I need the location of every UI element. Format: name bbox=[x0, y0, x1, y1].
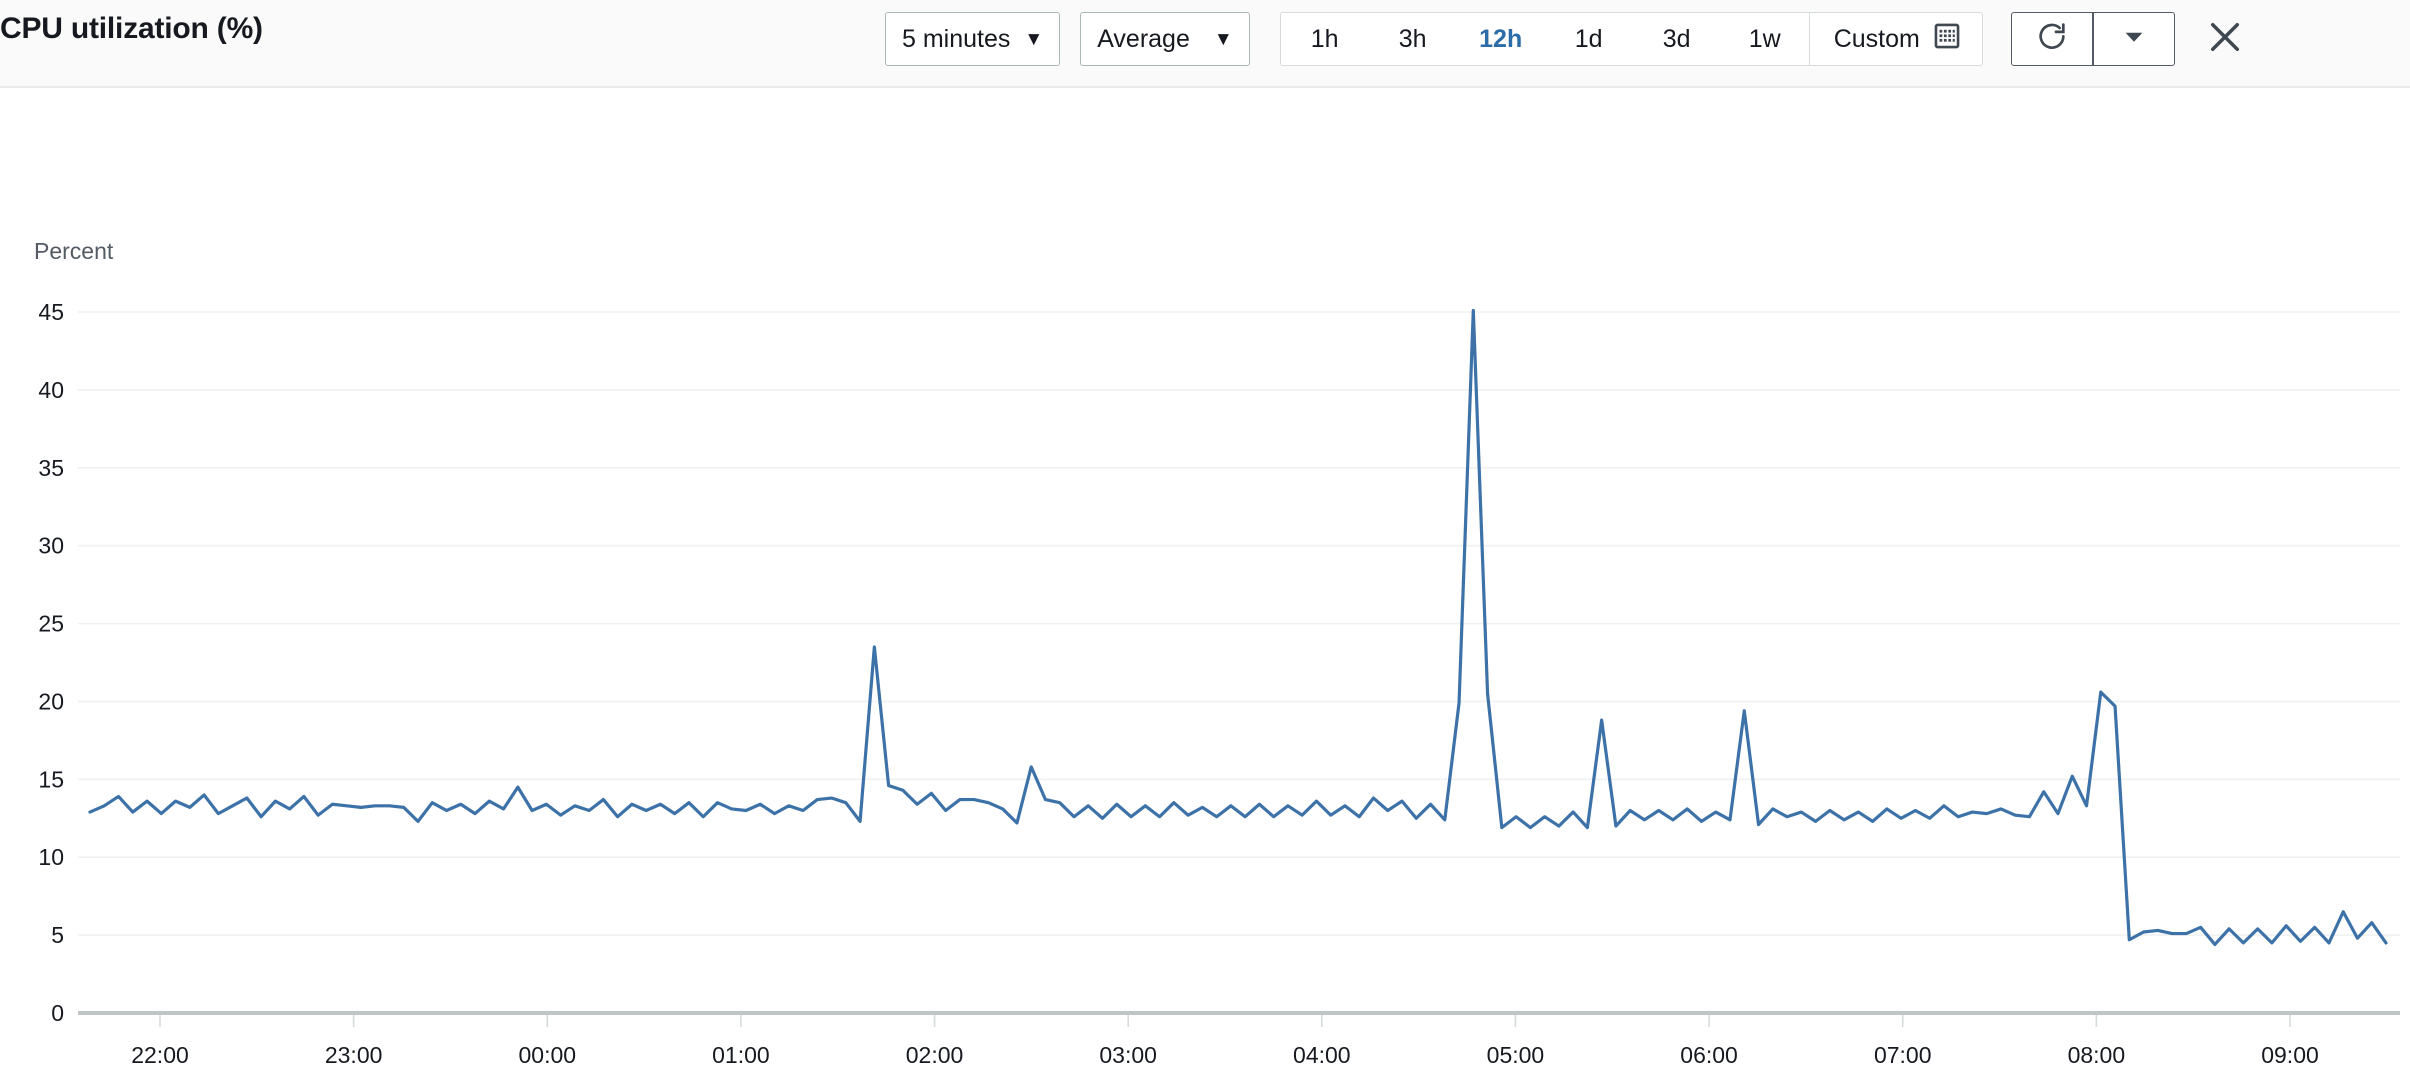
refresh-button-group bbox=[2010, 12, 2175, 66]
x-axis-tick: 22:00 bbox=[131, 1042, 189, 1068]
range-button-1d[interactable]: 1d bbox=[1545, 13, 1633, 65]
refresh-options-button[interactable] bbox=[2092, 12, 2175, 66]
range-button-1w[interactable]: 1w bbox=[1721, 13, 1809, 65]
chart-plot-area: Percent 0 5 10 15 20 25 30 35 40 45 22:00 23:00 00:0… bbox=[0, 88, 2410, 1076]
series-line-0 bbox=[88, 308, 2388, 947]
period-select[interactable]: 5 minutes ▼ bbox=[885, 12, 1061, 66]
x-axis-tick: 07:00 bbox=[1874, 1042, 1932, 1068]
custom-range-label: Custom bbox=[1833, 24, 1920, 53]
x-axis-tick: 05:00 bbox=[1487, 1042, 1545, 1068]
close-button[interactable] bbox=[2201, 15, 2249, 63]
range-button-3d[interactable]: 3d bbox=[1633, 13, 1721, 65]
calendar-icon bbox=[1934, 23, 1960, 56]
x-axis-tick: 02:00 bbox=[906, 1042, 964, 1068]
refresh-button[interactable] bbox=[2010, 12, 2093, 66]
line-chart[interactable]: 0 5 10 15 20 25 30 35 40 45 22:00 23:00 00:00 01:00 02… bbox=[0, 88, 2410, 1076]
y-axis-tick: 45 bbox=[38, 299, 64, 325]
custom-range-button[interactable]: Custom bbox=[1808, 13, 1982, 65]
refresh-icon bbox=[2035, 20, 2069, 59]
x-axis-tick: 00:00 bbox=[518, 1042, 576, 1068]
x-axis-tick: 04:00 bbox=[1293, 1042, 1351, 1068]
x-axis-tick: 06:00 bbox=[1680, 1042, 1738, 1068]
caret-down-icon: ▼ bbox=[1213, 28, 1233, 50]
y-axis-tick: 10 bbox=[38, 844, 64, 870]
y-axis-tick: 20 bbox=[38, 688, 64, 714]
page-title: CPU utilization (%) bbox=[0, 12, 263, 45]
y-axis-tick: 30 bbox=[38, 533, 64, 559]
close-icon bbox=[2204, 16, 2246, 63]
x-axis-tick: 23:00 bbox=[325, 1042, 383, 1068]
range-button-12h[interactable]: 12h bbox=[1457, 13, 1545, 65]
y-axis-tick: 0 bbox=[51, 1000, 64, 1026]
y-axis-tick: 15 bbox=[38, 766, 64, 792]
x-axis-tick: 03:00 bbox=[1099, 1042, 1157, 1068]
y-axis-tick: 35 bbox=[38, 455, 64, 481]
cpu-utilization-widget: CPU utilization (%) 5 minutes ▼ Average … bbox=[0, 0, 2410, 1076]
range-button-1h[interactable]: 1h bbox=[1281, 13, 1369, 65]
period-select-label: 5 minutes bbox=[902, 24, 1011, 53]
caret-down-icon: ▼ bbox=[1024, 28, 1044, 50]
statistic-select[interactable]: Average ▼ bbox=[1080, 12, 1250, 66]
widget-header: CPU utilization (%) 5 minutes ▼ Average … bbox=[0, 0, 2410, 88]
x-axis-tick: 09:00 bbox=[2261, 1042, 2319, 1068]
y-axis-tick: 5 bbox=[51, 922, 64, 948]
y-axis-tick: 25 bbox=[38, 611, 64, 637]
x-axis-tick: 01:00 bbox=[712, 1042, 770, 1068]
time-range-group: 1h 3h 12h 1d 3d 1w Custom bbox=[1279, 12, 1983, 66]
x-axis-tick: 08:00 bbox=[2068, 1042, 2126, 1068]
caret-down-icon bbox=[2122, 25, 2146, 54]
y-axis-tick: 40 bbox=[38, 377, 64, 403]
statistic-select-label: Average bbox=[1097, 24, 1190, 53]
chart-toolbar: 5 minutes ▼ Average ▼ 1h 3h 12h 1d 3d 1w… bbox=[885, 6, 2249, 72]
range-button-3h[interactable]: 3h bbox=[1369, 13, 1457, 65]
